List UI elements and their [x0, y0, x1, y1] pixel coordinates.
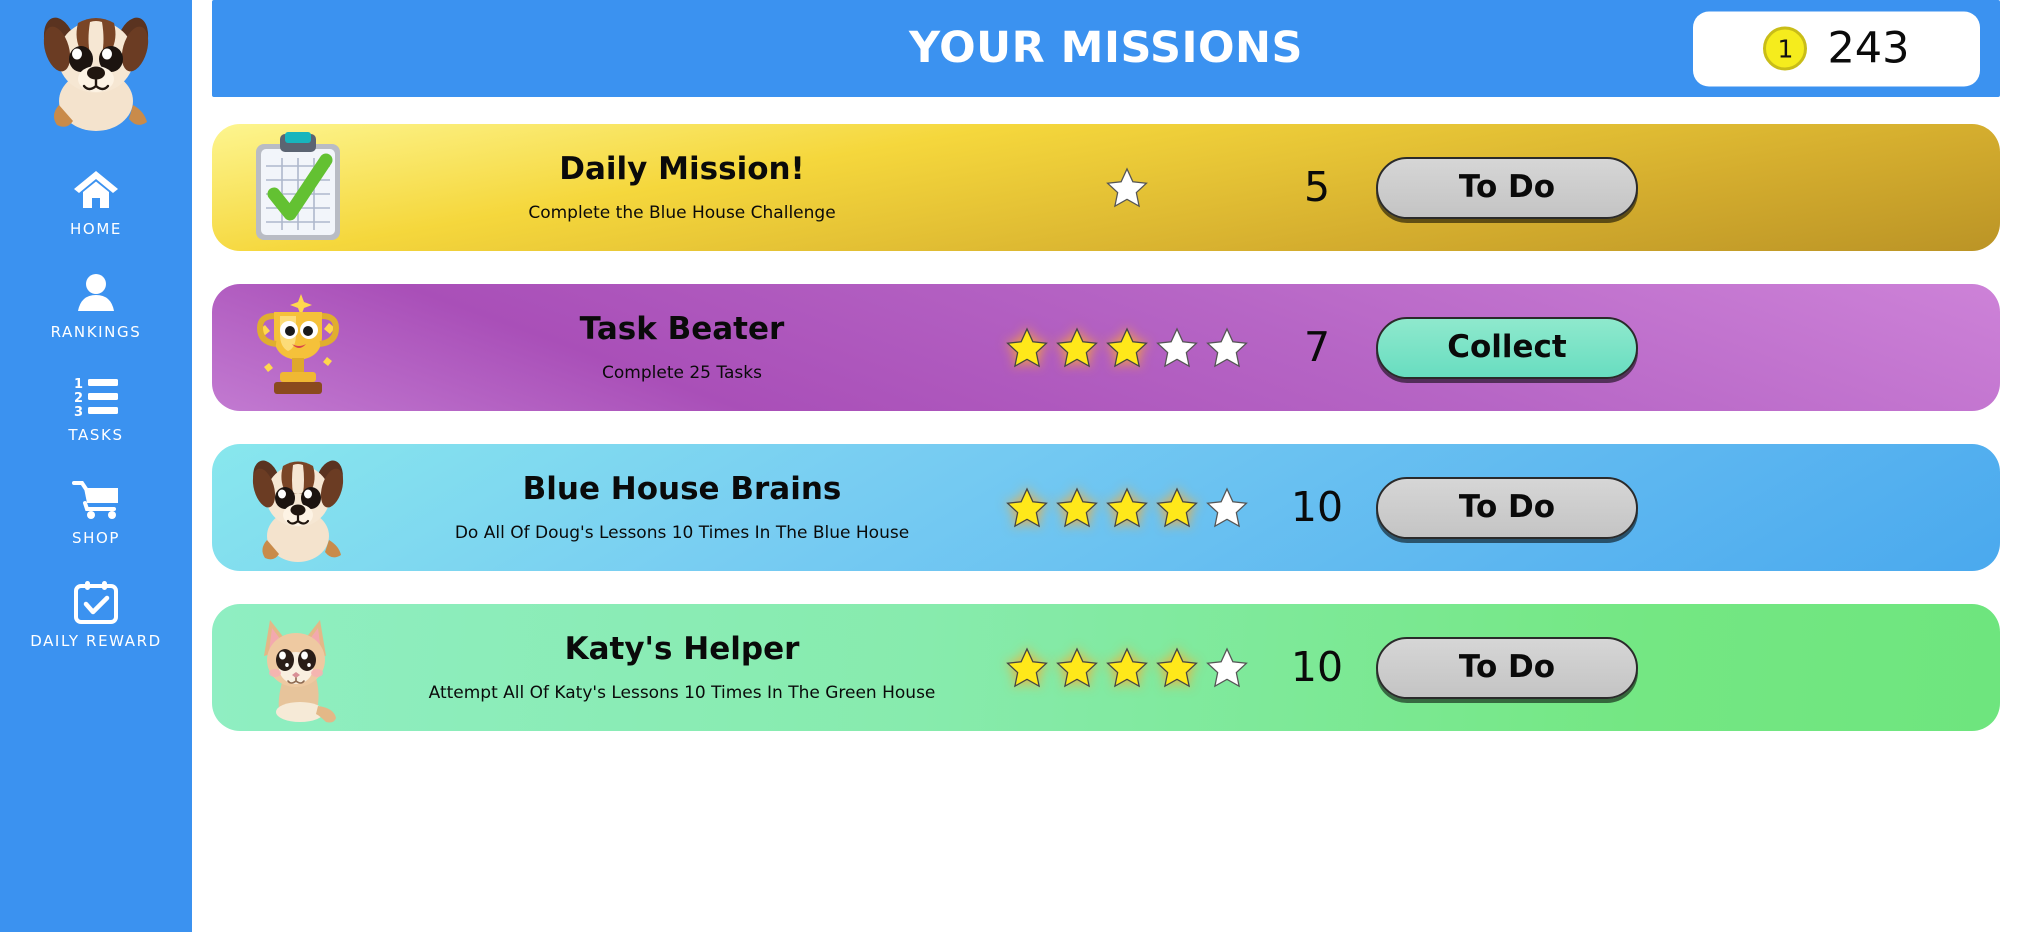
- numbered-list-icon: 1 2 3: [72, 372, 120, 420]
- star-empty-icon: [1206, 326, 1248, 367]
- mission-title: Daily Mission!: [559, 150, 805, 187]
- mission-reward-count: 10: [1290, 483, 1344, 531]
- person-icon: [72, 269, 120, 317]
- coin-amount: 243: [1827, 23, 1910, 73]
- avatar[interactable]: [31, 8, 161, 136]
- star-empty-icon: [1106, 166, 1148, 207]
- mission-card[interactable]: Blue House Brains Do All Of Doug's Lesso…: [212, 444, 2000, 571]
- coin-balance-badge[interactable]: 1 243: [1693, 11, 1980, 86]
- mission-subtitle: Do All Of Doug's Lessons 10 Times In The…: [454, 522, 910, 543]
- star-empty-icon: [1206, 486, 1248, 527]
- sidebar-item-label: SHOP: [71, 529, 121, 547]
- star-filled-icon: [1156, 646, 1198, 687]
- coin-icon: 1: [1763, 26, 1808, 71]
- star-filled-icon: [1006, 486, 1048, 527]
- sidebar-item-home[interactable]: HOME: [0, 156, 192, 243]
- mission-action-button[interactable]: To Do: [1376, 156, 1638, 219]
- star-empty-icon: [1206, 646, 1248, 687]
- mission-stars: [992, 646, 1262, 690]
- clipboard-check-icon: [212, 124, 372, 251]
- mission-text: Task Beater Complete 25 Tasks: [372, 284, 992, 411]
- mission-action-button[interactable]: Collect: [1376, 316, 1638, 379]
- puppy-avatar-icon: [43, 17, 149, 131]
- sidebar-item-label: TASKS: [68, 426, 124, 444]
- mission-stars: [992, 486, 1262, 530]
- svg-text:3: 3: [74, 405, 83, 417]
- mission-reward-count: 7: [1303, 323, 1331, 371]
- missions-list: Daily Mission! Complete the Blue House C…: [212, 124, 2000, 731]
- mission-card[interactable]: Daily Mission! Complete the Blue House C…: [212, 124, 2000, 251]
- home-icon: [72, 166, 120, 214]
- star-empty-icon: [1156, 326, 1198, 367]
- mission-title: Katy's Helper: [564, 630, 800, 667]
- star-filled-icon: [1106, 486, 1148, 527]
- mission-title: Blue House Brains: [522, 470, 842, 507]
- star-filled-icon: [1056, 326, 1098, 367]
- sidebar-item-label: RANKINGS: [50, 323, 142, 341]
- calendar-check-icon: [72, 578, 120, 626]
- mission-subtitle: Attempt All Of Katy's Lessons 10 Times I…: [428, 682, 936, 703]
- page-header: YOUR MISSIONS 1 243: [212, 0, 2000, 97]
- mission-card[interactable]: Task Beater Complete 25 Tasks 7 Collect: [212, 284, 2000, 411]
- star-filled-icon: [1056, 486, 1098, 527]
- sidebar-item-daily-reward[interactable]: DAILY REWARD: [0, 568, 192, 655]
- dog-icon: [212, 444, 372, 571]
- mission-action: Collect: [1372, 316, 1672, 379]
- mission-reward-count: 5: [1303, 163, 1331, 211]
- sidebar-item-tasks[interactable]: 1 2 3 TASKS: [0, 362, 192, 449]
- svg-text:2: 2: [74, 391, 83, 406]
- mission-action-button[interactable]: To Do: [1376, 636, 1638, 699]
- mission-stars: [992, 326, 1262, 370]
- star-filled-icon: [1106, 646, 1148, 687]
- svg-text:1: 1: [74, 377, 83, 392]
- main-content: YOUR MISSIONS 1 243 Daily Mission! Compl…: [192, 0, 2031, 932]
- star-filled-icon: [1006, 646, 1048, 687]
- cat-icon: [212, 604, 372, 731]
- mission-subtitle: Complete the Blue House Challenge: [528, 202, 836, 223]
- mission-title: Task Beater: [579, 310, 785, 347]
- sidebar-item-label: HOME: [70, 220, 122, 238]
- mission-action: To Do: [1372, 636, 1672, 699]
- mission-subtitle: Complete 25 Tasks: [602, 362, 762, 383]
- page-title: YOUR MISSIONS: [909, 23, 1303, 73]
- sidebar-item-shop[interactable]: SHOP: [0, 465, 192, 552]
- app-root: HOME RANKINGS 1 2 3 TASKS SHOP DAILY REW…: [0, 0, 2031, 932]
- mission-reward-count: 10: [1290, 643, 1344, 691]
- mission-text: Blue House Brains Do All Of Doug's Lesso…: [372, 444, 992, 571]
- mission-action: To Do: [1372, 156, 1672, 219]
- sidebar-item-rankings[interactable]: RANKINGS: [0, 259, 192, 346]
- sidebar-item-label: DAILY REWARD: [30, 632, 162, 650]
- mission-card[interactable]: Katy's Helper Attempt All Of Katy's Less…: [212, 604, 2000, 731]
- star-filled-icon: [1106, 326, 1148, 367]
- mission-text: Daily Mission! Complete the Blue House C…: [372, 124, 992, 251]
- star-filled-icon: [1056, 646, 1098, 687]
- mission-action: To Do: [1372, 476, 1672, 539]
- star-filled-icon: [1006, 326, 1048, 367]
- mission-action-button[interactable]: To Do: [1376, 476, 1638, 539]
- mission-text: Katy's Helper Attempt All Of Katy's Less…: [372, 604, 992, 731]
- shopping-cart-icon: [72, 475, 120, 523]
- mission-stars: [992, 166, 1262, 210]
- trophy-icon: [212, 284, 372, 411]
- sidebar: HOME RANKINGS 1 2 3 TASKS SHOP DAILY REW…: [0, 0, 192, 932]
- star-filled-icon: [1156, 486, 1198, 527]
